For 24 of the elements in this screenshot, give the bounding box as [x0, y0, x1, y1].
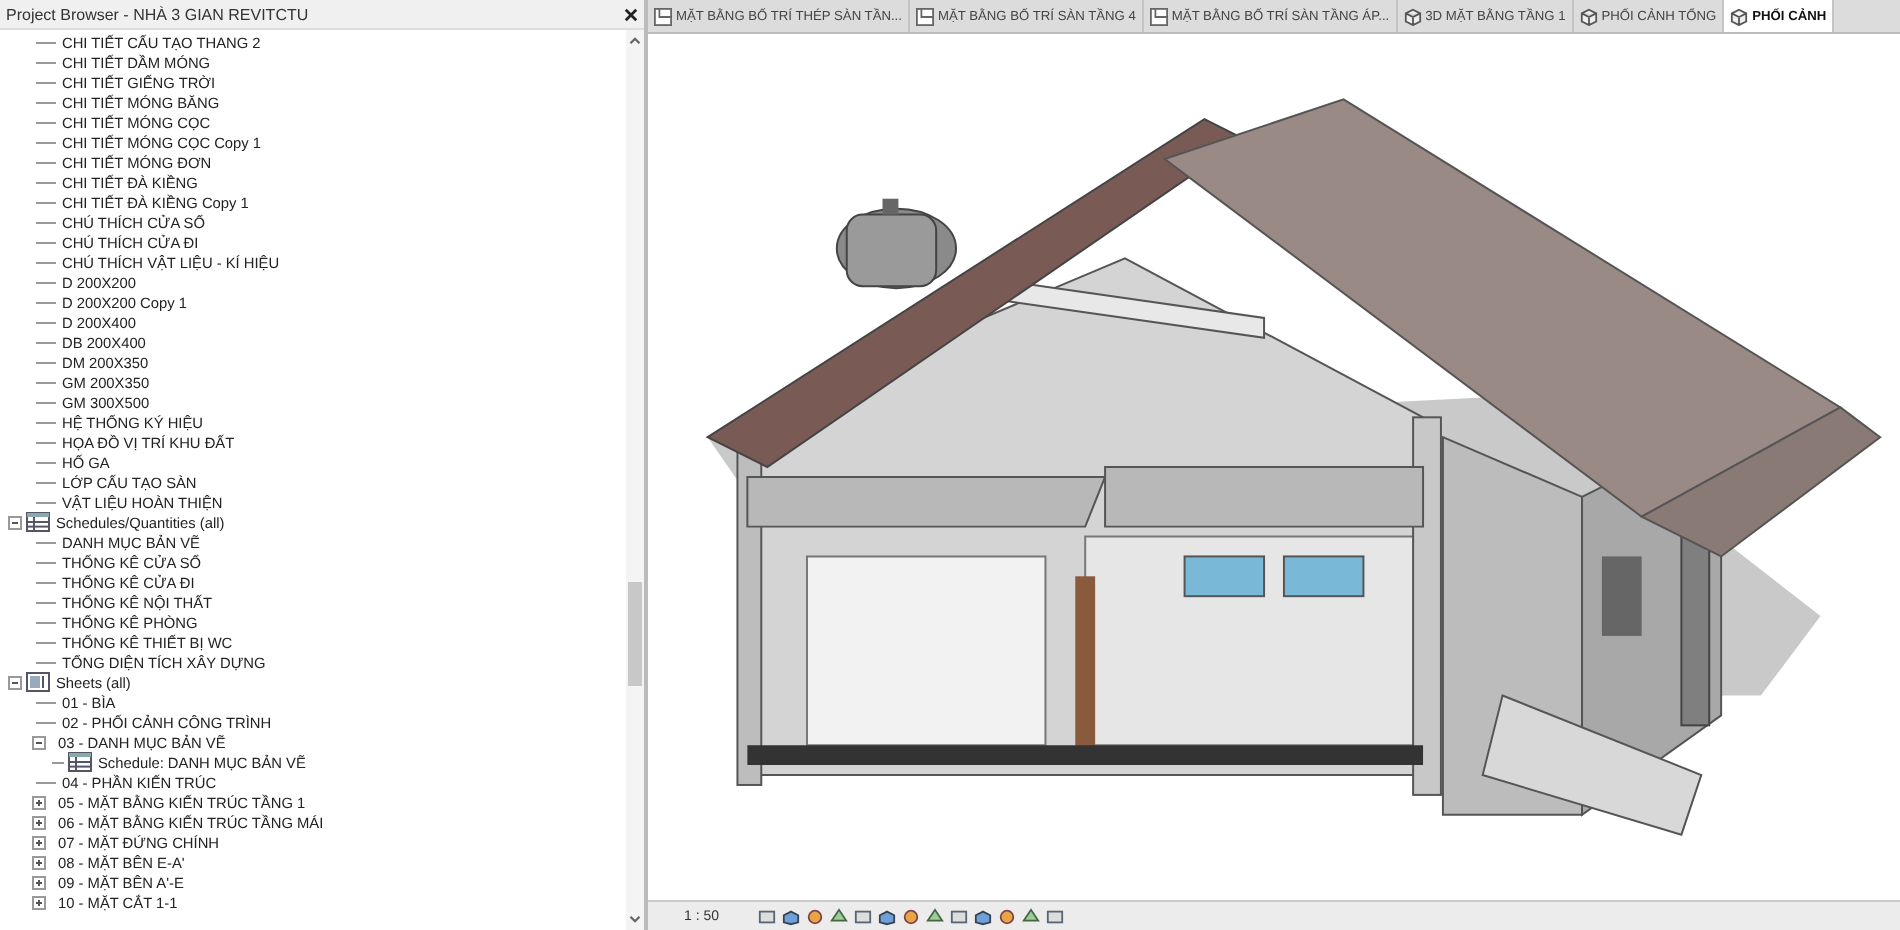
close-icon[interactable] [624, 7, 638, 21]
expand-icon[interactable] [32, 855, 46, 869]
floor-plan-icon [654, 7, 672, 25]
collapse-icon[interactable] [8, 675, 22, 689]
cube-icon [1579, 7, 1598, 25]
expand-icon[interactable] [32, 895, 46, 909]
collapse-icon[interactable] [8, 515, 22, 529]
expand-icon[interactable] [32, 795, 46, 809]
table-icon [68, 752, 92, 772]
panel-title: Project Browser - NHÀ 3 GIAN REVITCTU [6, 5, 309, 23]
sheet-icon [26, 672, 50, 692]
cube-icon [1403, 7, 1422, 25]
scrollbar-thumb[interactable] [628, 582, 642, 686]
collapse-icon[interactable] [32, 735, 46, 749]
floor-plan-icon [915, 7, 934, 25]
scrollbar[interactable] [626, 30, 644, 930]
scroll-up-icon[interactable] [626, 34, 644, 48]
scroll-down-icon[interactable] [626, 912, 644, 926]
table-icon [26, 512, 50, 532]
expand-icon[interactable] [32, 835, 46, 849]
expand-icon[interactable] [32, 815, 46, 829]
floor-plan-icon [1149, 7, 1168, 25]
cube-icon [1730, 7, 1749, 25]
expand-icon[interactable] [32, 875, 46, 889]
